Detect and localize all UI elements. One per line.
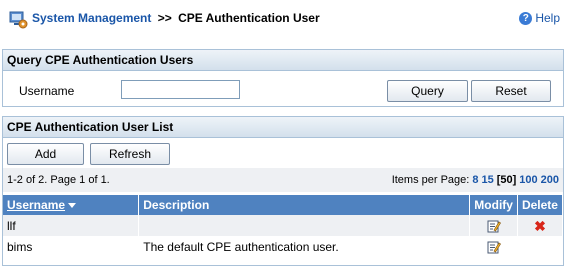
page-size-100[interactable]: 100	[519, 174, 537, 186]
items-per-page: Items per Page: 8 15 [50] 100 200	[392, 174, 559, 186]
page-size-200[interactable]: 200	[541, 174, 559, 186]
help-link[interactable]: ? Help	[519, 11, 560, 25]
page-size-15[interactable]: 15	[481, 174, 493, 186]
page-header: System Management >> CPE Authentication …	[0, 0, 568, 38]
reset-button[interactable]: Reset	[471, 80, 551, 102]
items-per-page-label: Items per Page:	[391, 174, 470, 186]
help-label: Help	[535, 11, 560, 25]
user-table: Username Description Modify Delete llf ✖…	[3, 195, 564, 257]
refresh-button[interactable]: Refresh	[90, 143, 170, 165]
column-delete: Delete	[517, 195, 564, 215]
user-list-panel-title: CPE Authentication User List	[3, 117, 563, 138]
username-label: Username	[19, 84, 75, 98]
column-description: Description	[138, 195, 471, 215]
page-size-50-current: [50]	[496, 174, 517, 186]
modify-cell	[469, 215, 518, 236]
sort-desc-icon	[68, 203, 77, 209]
pagination-bar: 1-2 of 2. Page 1 of 1. Items per Page: 8 1…	[3, 168, 563, 192]
query-panel-title: Query CPE Authentication Users	[3, 50, 563, 71]
breadcrumb: System Management >> CPE Authentication …	[32, 11, 320, 25]
user-list-panel: CPE Authentication User List Add Refresh…	[2, 116, 564, 266]
page-size-8[interactable]: 8	[472, 174, 478, 186]
cell-username: bims	[3, 236, 140, 257]
column-username[interactable]: Username	[3, 195, 140, 215]
table-header-row: Username Description Modify Delete	[3, 195, 564, 215]
delete-cell	[517, 236, 564, 257]
help-icon: ?	[519, 11, 533, 25]
delete-cell: ✖	[517, 215, 564, 236]
system-management-icon	[8, 9, 28, 29]
cell-description: The default CPE authentication user.	[138, 236, 471, 257]
page-title: CPE Authentication User	[178, 11, 320, 25]
page-summary: 1-2 of 2. Page 1 of 1.	[7, 174, 110, 186]
query-panel: Query CPE Authentication Users Username …	[2, 49, 564, 107]
column-modify: Modify	[469, 195, 518, 215]
edit-icon[interactable]	[487, 219, 501, 233]
cell-username: llf	[3, 215, 140, 236]
table-row: bims The default CPE authentication user…	[3, 236, 564, 257]
add-button[interactable]: Add	[7, 143, 84, 165]
breadcrumb-system-management[interactable]: System Management	[32, 11, 151, 25]
breadcrumb-separator: >>	[157, 11, 172, 25]
edit-icon[interactable]	[487, 240, 501, 254]
column-username-label: Username	[7, 198, 66, 212]
table-row: llf ✖	[3, 215, 564, 236]
modify-cell	[469, 236, 518, 257]
query-button[interactable]: Query	[387, 80, 468, 102]
username-input[interactable]	[121, 80, 240, 99]
cell-description	[138, 215, 471, 236]
delete-icon[interactable]: ✖	[534, 219, 546, 233]
